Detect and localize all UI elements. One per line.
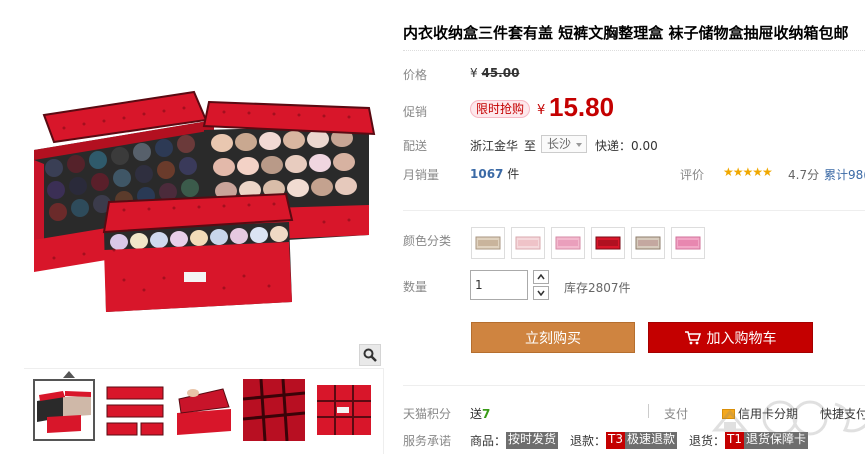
color-swatch-5[interactable] <box>631 227 665 259</box>
on-time-delivery-tag[interactable]: 按时发货 <box>506 432 559 449</box>
color-swatch-6[interactable] <box>671 227 705 259</box>
return-label: 退货： <box>689 434 726 448</box>
original-price: ¥ 45.00 <box>470 66 519 80</box>
tmall-points-label: 天猫积分 <box>403 407 452 421</box>
destination-city-value: 长沙 <box>547 137 572 151</box>
rating-score: 4.7分 <box>788 168 820 182</box>
color-swatch-1[interactable] <box>471 227 505 259</box>
swatch-thumbnail <box>555 236 581 250</box>
fast-refund-tag[interactable]: 极速退款 <box>625 432 678 449</box>
promo-label: 促销 <box>403 105 428 119</box>
points-prefix: 送 <box>470 407 483 421</box>
separator <box>648 404 649 418</box>
thumbnail-image <box>173 379 235 441</box>
add-to-cart-button[interactable]: 加入购物车 <box>648 322 813 353</box>
ship-to-word: 至 <box>524 139 537 153</box>
color-swatch-4[interactable] <box>591 227 625 259</box>
thumbnail-image <box>243 379 305 441</box>
monthly-sales-unit: 件 <box>507 167 520 181</box>
promo-badge: 限时抢购 <box>470 100 531 118</box>
chevron-down-icon <box>537 290 545 296</box>
current-price-currency: ¥ <box>537 103 546 118</box>
rating-label: 评价 <box>680 168 705 182</box>
divider <box>403 385 865 386</box>
service-promise-row: 商品： 按时发货 退款： T3 极速退款 退货： T1 退货保障卡 <box>470 432 809 449</box>
color-swatch-3[interactable] <box>551 227 585 259</box>
chevron-down-icon <box>576 143 582 147</box>
service-promise-label: 服务承诺 <box>403 434 452 448</box>
product-title: 内衣收纳盒三件套有盖 短裤文胸整理盒 袜子储物盒抽屉收纳箱包邮 <box>403 24 849 42</box>
thumbnail-4[interactable] <box>243 379 305 441</box>
thumbnail-strip <box>24 368 384 454</box>
quantity-label: 数量 <box>403 280 428 294</box>
review-count-link[interactable]: 累计98( <box>824 166 865 183</box>
chevron-up-icon <box>537 274 545 280</box>
main-product-image[interactable] <box>24 10 384 368</box>
points-value: 7 <box>482 407 491 421</box>
return-guarantee-tag[interactable]: 退货保障卡 <box>744 432 809 449</box>
monthly-sales-count: 1067 <box>470 167 504 181</box>
color-swatch-2[interactable] <box>511 227 545 259</box>
swatch-thumbnail <box>475 236 501 250</box>
zoom-button[interactable] <box>359 344 381 366</box>
return-tag-code: T1 <box>725 432 745 449</box>
monthly-sales-label: 月销量 <box>403 168 440 182</box>
price-label: 价格 <box>403 68 428 82</box>
add-to-cart-label: 加入购物车 <box>706 330 777 347</box>
goods-label: 商品： <box>470 434 507 448</box>
swatch-thumbnail <box>515 236 541 250</box>
original-price-value: 45.00 <box>481 66 520 80</box>
magnifier-icon <box>363 348 377 362</box>
ship-from-location: 浙江金华 <box>470 139 519 153</box>
buy-now-label: 立刻购买 <box>525 330 581 347</box>
product-detail-panel: 内衣收纳盒三件套有盖 短裤文胸整理盒 袜子储物盒抽屉收纳箱包邮 价格 ¥ 45.… <box>385 0 865 454</box>
quantity-increase-button[interactable] <box>533 270 549 284</box>
cart-icon <box>684 330 701 344</box>
destination-city-select[interactable]: 长沙 <box>541 135 587 153</box>
refund-label: 退款： <box>570 434 607 448</box>
refund-tag-code: T3 <box>606 432 626 449</box>
active-thumb-indicator <box>63 371 75 378</box>
divider <box>403 210 865 211</box>
shipping-label: 配送 <box>403 139 428 153</box>
credit-installment-label: 信用卡分期 <box>738 407 799 421</box>
payment-label: 支付 <box>664 407 689 421</box>
color-category-label: 颜色分类 <box>403 234 452 248</box>
thumbnail-3[interactable] <box>173 379 235 441</box>
express-pay-link[interactable]: 快捷支付 <box>820 405 865 422</box>
buy-now-button[interactable]: 立刻购买 <box>471 322 635 353</box>
quantity-decrease-button[interactable] <box>533 286 549 300</box>
monthly-sales: 1067 件 <box>470 165 519 182</box>
stock-count: 库存2807件 <box>564 281 631 295</box>
thumbnail-image <box>103 379 165 441</box>
thumbnail-5[interactable] <box>313 379 375 441</box>
credit-card-icon <box>722 408 735 419</box>
storage-box-set-image <box>34 90 376 312</box>
credit-installment-link[interactable]: 信用卡分期 <box>722 405 798 422</box>
original-price-currency: ¥ <box>470 66 478 80</box>
rating-stars-icon: ★★★★★ <box>723 165 773 179</box>
thumbnail-1[interactable] <box>33 379 95 441</box>
thumbnail-2[interactable] <box>103 379 165 441</box>
product-gallery <box>24 10 384 454</box>
tmall-points: 送7 <box>470 405 490 422</box>
thumbnail-image <box>313 379 375 441</box>
quantity-input[interactable] <box>470 270 528 300</box>
swatch-thumbnail <box>595 236 621 250</box>
express-fee: 快递：0.00 <box>595 139 658 153</box>
thumbnail-image <box>35 381 93 439</box>
swatch-thumbnail <box>635 236 661 250</box>
current-price: 15.80 <box>549 92 615 122</box>
swatch-thumbnail <box>675 236 701 250</box>
